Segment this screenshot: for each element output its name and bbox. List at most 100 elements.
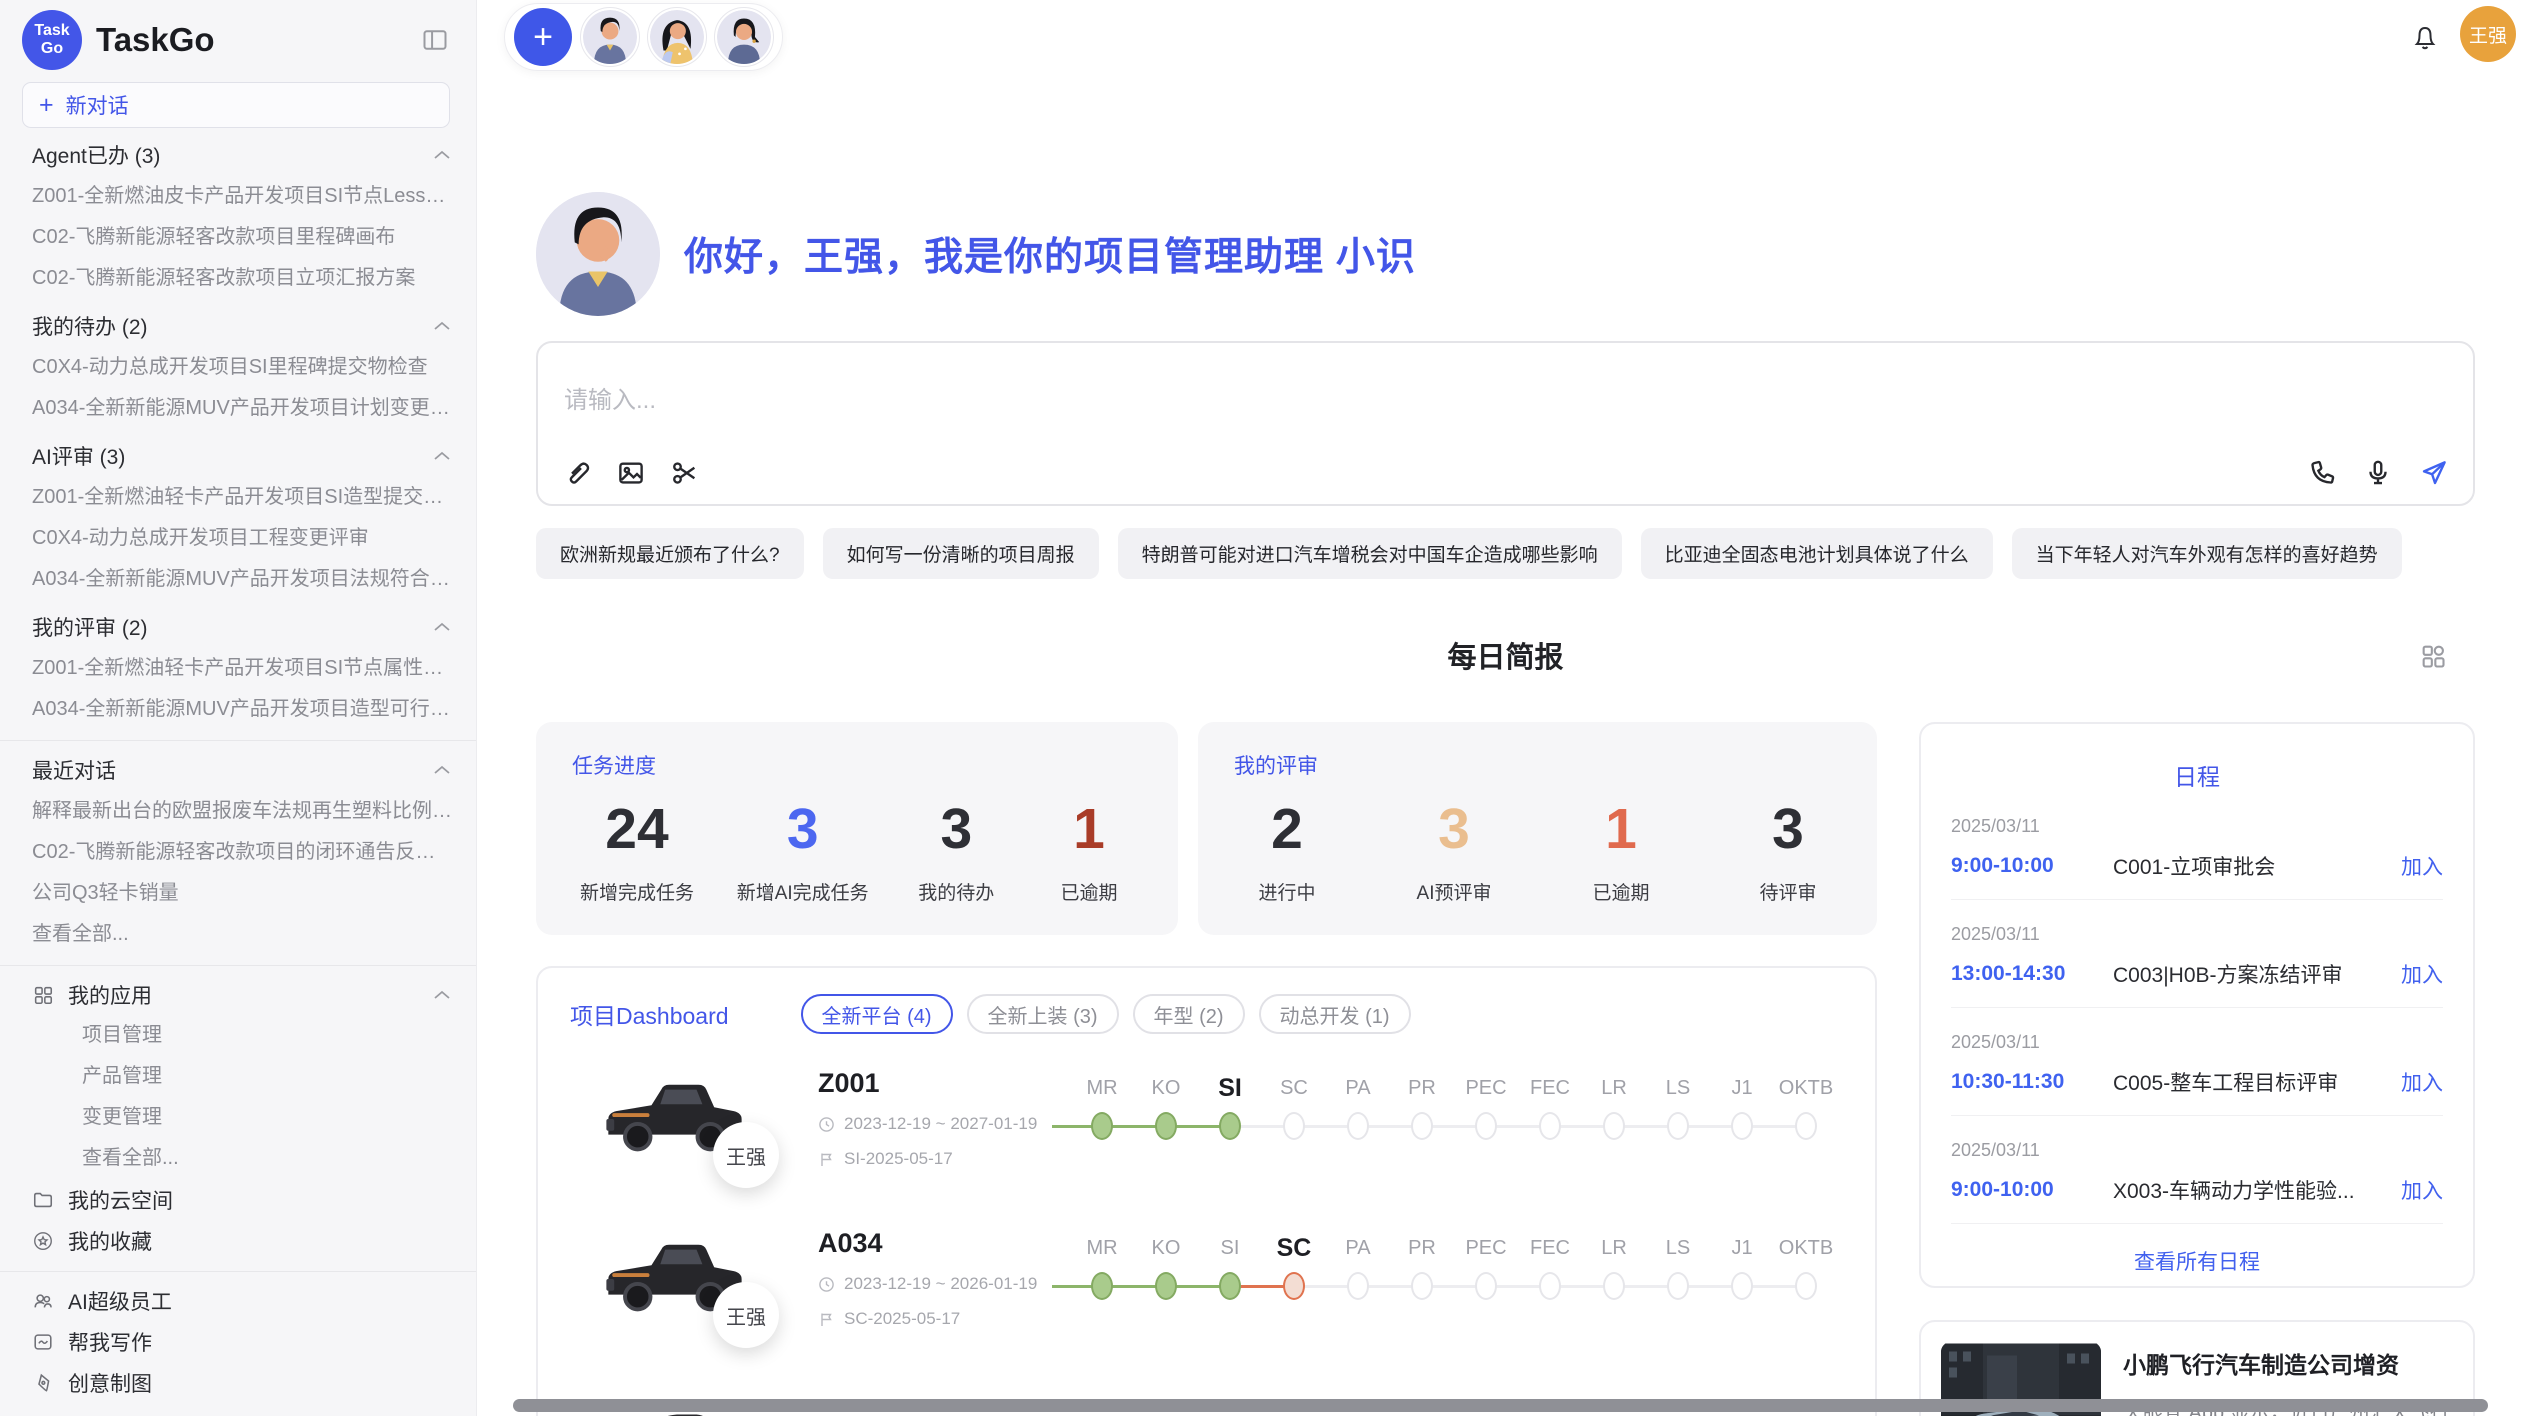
project-row-a034[interactable]: 王强 A034 2023-12-19 ~ 2026-01-19 SC-2025-… — [570, 1226, 1843, 1348]
filter-chip-new-platform[interactable]: 全新平台 (4) — [801, 994, 953, 1034]
card-title: 任务进度 — [572, 750, 1142, 780]
chevron-up-icon[interactable] — [432, 148, 452, 162]
filter-chip-new-top[interactable]: 全新上装 (3) — [967, 994, 1119, 1034]
sidebar-task-item[interactable]: A034-全新新能源MUV产品开发项目造型可行性评审 — [20, 689, 452, 730]
schedule-item: 2025/03/11 13:00-14:30 C003|H0B-方案冻结评审 加… — [1951, 900, 2443, 1008]
send-icon[interactable] — [2419, 458, 2449, 488]
suggestion-chip[interactable]: 比亚迪全固态电池计划具体说了什么 — [1641, 528, 1993, 579]
filter-chip-year-model[interactable]: 年型 (2) — [1133, 994, 1245, 1034]
my-review-card: 我的评审 2 进行中 3 AI预评审 1 — [1198, 722, 1877, 935]
dashboard-filters: 全新平台 (4) 全新上装 (3) 年型 (2) 动总开发 (1) — [801, 994, 1411, 1034]
content-column: 你好，王强，我是你的项目管理助理 小识 欧洲新规最近颁布了什么? 如何写一份清晰… — [536, 0, 2475, 1416]
schedule-date: 2025/03/11 — [1951, 924, 2443, 945]
chevron-up-icon[interactable] — [432, 988, 452, 1002]
sidebar-item-ai-super-staff[interactable]: AI超级员工 — [20, 1280, 452, 1321]
app-item-change-mgmt[interactable]: 变更管理 — [20, 1097, 452, 1138]
schedule-date: 2025/03/11 — [1951, 1032, 2443, 1053]
app-item-project-mgmt[interactable]: 项目管理 — [20, 1015, 452, 1056]
suggestion-chip[interactable]: 如何写一份清晰的项目周报 — [823, 528, 1099, 579]
section-header-ai-review[interactable]: AI评审 (3) — [20, 435, 452, 477]
view-all-schedule-link[interactable]: 查看所有日程 — [1951, 1246, 2443, 1276]
layout-grid-icon[interactable] — [2419, 642, 2447, 670]
sidebar-task-item[interactable]: C0X4-动力总成开发项目SI里程碑提交物检查 — [20, 347, 452, 388]
owner-badge: 王强 — [713, 1282, 779, 1348]
milestone: OKTB — [1774, 1070, 1838, 1188]
input-tools-left — [562, 458, 700, 488]
sidebar-item-creative-drawing[interactable]: 创意制图 — [20, 1362, 452, 1403]
stat: 24 新增完成任务 — [580, 796, 694, 905]
assistant-avatar — [536, 192, 660, 316]
chevron-up-icon[interactable] — [432, 319, 452, 333]
suggestion-chip[interactable]: 特朗普可能对进口汽车增税会对中国车企造成哪些影响 — [1118, 528, 1622, 579]
section-header-my-todo[interactable]: 我的待办 (2) — [20, 305, 452, 347]
sidebar-task-item[interactable]: Z001-全新燃油皮卡产品开发项目SI节点Lesson Learn报告 — [20, 176, 452, 217]
suggestion-chip[interactable]: 欧洲新规最近颁布了什么? — [536, 528, 804, 579]
stat: 3 待评审 — [1743, 796, 1833, 905]
chevron-up-icon[interactable] — [432, 449, 452, 463]
join-link[interactable]: 加入 — [2401, 851, 2443, 881]
sidebar-item-my-apps[interactable]: 我的应用 — [20, 974, 452, 1015]
sidebar-task-item[interactable]: A034-全新新能源MUV产品开发项目法规符合性评审 — [20, 559, 452, 600]
horizontal-scrollbar[interactable] — [513, 1399, 2488, 1412]
recent-chat-item[interactable]: 解释最新出台的欧盟报废车法规再生塑料比例被调至15%... — [20, 791, 452, 832]
chevron-up-icon[interactable] — [432, 620, 452, 634]
project-row-z001[interactable]: 王强 Z001 2023-12-19 ~ 2027-01-19 SI-2025-… — [570, 1066, 1843, 1188]
news-title: 小鹏飞行汽车制造公司增资 — [2123, 1346, 2453, 1380]
sidebar-task-item[interactable]: C02-飞腾新能源轻客改款项目立项汇报方案 — [20, 258, 452, 299]
flag-icon — [818, 1151, 835, 1168]
filter-chip-powertrain[interactable]: 动总开发 (1) — [1259, 994, 1411, 1034]
sidebar-item-help-me-write[interactable]: 帮我写作 — [20, 1321, 452, 1362]
sidebar-item-favorites[interactable]: 我的收藏 — [20, 1220, 452, 1261]
project-dashboard-card: 项目Dashboard 全新平台 (4) 全新上装 (3) 年型 (2) 动总开… — [536, 966, 1877, 1416]
main-area: + 王强 你好，王强，我是你的项目管理助理 小识 — [477, 0, 2532, 1416]
milestone: LR — [1582, 1230, 1646, 1348]
milestone: PEC — [1454, 1070, 1518, 1188]
star-circle-icon — [32, 1230, 54, 1252]
milestone: LS — [1646, 1070, 1710, 1188]
greeting-text: 你好，王强，我是你的项目管理助理 小识 — [684, 226, 1416, 282]
sidebar-item-cloud-space[interactable]: 我的云空间 — [20, 1179, 452, 1220]
section-header-my-review[interactable]: 我的评审 (2) — [20, 606, 452, 648]
scissors-icon[interactable] — [670, 458, 700, 488]
join-link[interactable]: 加入 — [2401, 1175, 2443, 1205]
folder-icon — [32, 1189, 54, 1211]
sidebar-task-item[interactable]: Z001-全新燃油轻卡产品开发项目SI造型提交物评审 — [20, 477, 452, 518]
stat: 1 已逾期 — [1576, 796, 1666, 905]
milestone: J1 — [1710, 1230, 1774, 1348]
chat-input[interactable] — [564, 387, 2064, 415]
milestone: KO — [1134, 1070, 1198, 1188]
apps-view-all[interactable]: 查看全部... — [20, 1138, 452, 1179]
attachment-icon[interactable] — [562, 458, 592, 488]
schedule-time: 9:00-10:00 — [1951, 1178, 2103, 1202]
phone-icon[interactable] — [2307, 458, 2337, 488]
sidebar-task-item[interactable]: C02-飞腾新能源轻客改款项目里程碑画布 — [20, 217, 452, 258]
sidebar-task-item[interactable]: A034-全新新能源MUV产品开发项目计划变更表编写 — [20, 388, 452, 429]
sidebar-collapse-icon[interactable] — [418, 23, 452, 57]
recent-chat-item[interactable]: 公司Q3轻卡销量 — [20, 873, 452, 914]
join-link[interactable]: 加入 — [2401, 1067, 2443, 1097]
milestone-track: MR KO SI SC PA PR PEC FEC LR LS J1 OKTB — [1070, 1070, 1838, 1188]
microphone-icon[interactable] — [2363, 458, 2393, 488]
new-chat-label: 新对话 — [66, 90, 129, 120]
writing-icon — [32, 1331, 54, 1353]
image-icon[interactable] — [616, 458, 646, 488]
app-item-product-mgmt[interactable]: 产品管理 — [20, 1056, 452, 1097]
pen-nib-icon — [32, 1372, 54, 1394]
schedule-item-title: C001-立项审批会 — [2113, 851, 2401, 881]
new-chat-button[interactable]: + 新对话 — [22, 82, 450, 128]
chevron-up-icon[interactable] — [432, 763, 452, 777]
section-header-agent-done[interactable]: Agent已办 (3) — [20, 134, 452, 176]
milestone: LR — [1582, 1070, 1646, 1188]
recent-chat-item[interactable]: C02-飞腾新能源轻客改款项目的闭环通告反馈情况 — [20, 832, 452, 873]
owner-badge: 王强 — [713, 1122, 779, 1188]
recent-view-all[interactable]: 查看全部... — [20, 914, 452, 955]
sidebar-task-item[interactable]: C0X4-动力总成开发项目工程变更评审 — [20, 518, 452, 559]
clock-icon — [818, 1116, 835, 1133]
flag-icon — [818, 1311, 835, 1328]
join-link[interactable]: 加入 — [2401, 959, 2443, 989]
sidebar-task-item[interactable]: Z001-全新燃油轻卡产品开发项目SI节点属性5D文件评审 — [20, 648, 452, 689]
stats-row: 任务进度 24 新增完成任务 3 新增AI完成任务 3 — [536, 722, 1877, 935]
schedule-date: 2025/03/11 — [1951, 816, 2443, 837]
section-header-recent-chats[interactable]: 最近对话 — [20, 749, 452, 791]
suggestion-chip[interactable]: 当下年轻人对汽车外观有怎样的喜好趋势 — [2012, 528, 2402, 579]
